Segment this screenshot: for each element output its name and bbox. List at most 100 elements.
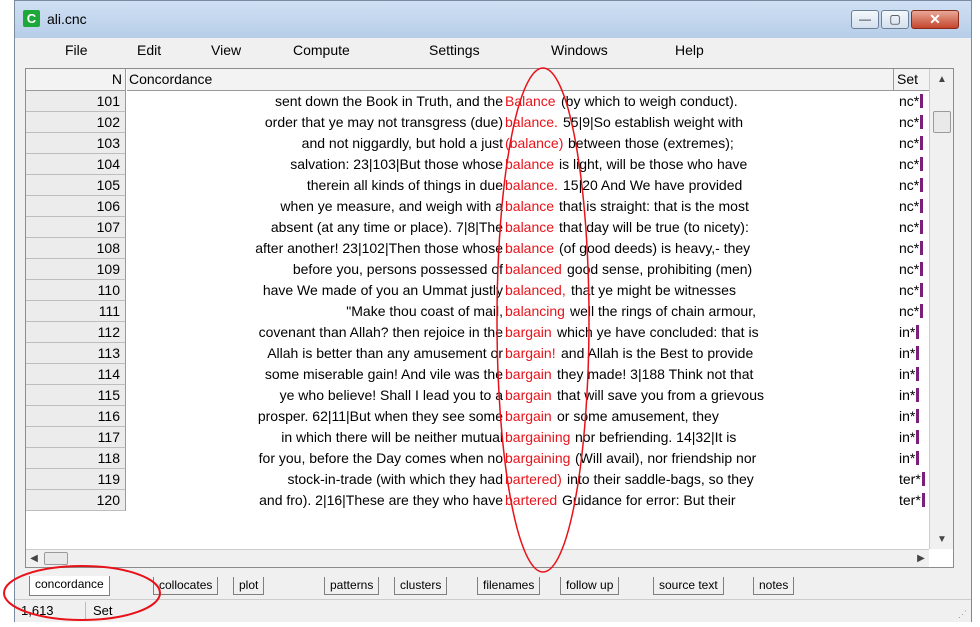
table-row[interactable]: 112 covenant than Allah? then rejoice in … [26, 322, 929, 343]
concordance-line: sent down the Book in Truth, and the Bala… [127, 91, 893, 112]
concordance-line: some miserable gain! And vile was the bar… [127, 364, 893, 385]
concordance-grid[interactable]: N Concordance Set 101 sent down the Book … [25, 68, 954, 568]
horizontal-scrollbar[interactable]: ◀ ▶ [26, 549, 929, 567]
tab-follow-up[interactable]: follow up [560, 577, 620, 595]
table-row[interactable]: 104 salvation: 23|103|But those whose bala… [26, 154, 929, 175]
table-row[interactable]: 117 in which there will be neither mutual… [26, 427, 929, 448]
table-row[interactable]: 109 before you, persons possessed of balan… [26, 259, 929, 280]
set-cell: nc* [893, 301, 929, 322]
table-row[interactable]: 110 have We made of you an Ummat justly ba… [26, 280, 929, 301]
column-header-concordance[interactable]: Concordance [127, 69, 893, 91]
table-row[interactable]: 107 absent (at any time or place). 7|8|Th… [26, 217, 929, 238]
set-value: ter* [899, 492, 921, 508]
table-row[interactable]: 115 ye who believe! Shall I lead you to a… [26, 385, 929, 406]
concordance-line: salvation: 23|103|But those whose balance… [127, 154, 893, 175]
scroll-up-icon[interactable]: ▲ [930, 71, 953, 89]
tab-collocates[interactable]: collocates [153, 577, 219, 595]
table-row[interactable]: 120 and fro). 2|16|These are they who hav… [26, 490, 929, 511]
search-word: bartered) [505, 471, 562, 487]
concordance-line: and not niggardly, but hold a just (balan… [127, 133, 893, 154]
table-row[interactable]: 111 "Make thou coast of mail, balancing wel… [26, 301, 929, 322]
row-number: 117 [26, 427, 126, 448]
table-row[interactable]: 113 Allah is better than any amusement or… [26, 343, 929, 364]
column-header-set[interactable]: Set [893, 69, 929, 91]
maximize-button[interactable]: ▢ [881, 10, 909, 29]
set-value: nc* [899, 135, 920, 151]
status-bar: 1,613 Set ⋰ [15, 599, 971, 622]
table-row[interactable]: 116 prosper. 62|11|But when they see some… [26, 406, 929, 427]
search-word: bargain [505, 366, 552, 382]
table-row[interactable]: 114 some miserable gain! And vile was the… [26, 364, 929, 385]
menu-compute[interactable]: Compute [293, 42, 350, 58]
tab-clusters[interactable]: clusters [394, 577, 448, 595]
left-context: before you, persons possessed of [292, 261, 503, 277]
set-marker [916, 325, 920, 339]
table-row[interactable]: 119 stock-in-trade (with which they had ba… [26, 469, 929, 490]
set-marker [916, 367, 920, 381]
table-row[interactable]: 106 when ye measure, and weigh with a bala… [26, 196, 929, 217]
set-value: nc* [899, 303, 920, 319]
tab-notes[interactable]: notes [753, 577, 795, 595]
set-cell: in* [893, 343, 929, 364]
set-marker [920, 199, 924, 213]
table-row[interactable]: 118 for you, before the Day comes when no… [26, 448, 929, 469]
set-marker [921, 472, 925, 486]
set-cell: nc* [893, 112, 929, 133]
scroll-down-icon[interactable]: ▼ [930, 531, 953, 549]
concordance-line: when ye measure, and weigh with a balance… [127, 196, 893, 217]
right-context: or some amusement, they [557, 408, 719, 424]
menu-settings[interactable]: Settings [429, 42, 480, 58]
menu-edit[interactable]: Edit [137, 42, 161, 58]
table-row[interactable]: 103 and not niggardly, but hold a just (ba… [26, 133, 929, 154]
concordance-line: Allah is better than any amusement or bar… [127, 343, 893, 364]
tab-source-text[interactable]: source text [653, 577, 724, 595]
resize-grip-icon[interactable]: ⋰ [958, 609, 967, 620]
tab-patterns[interactable]: patterns [324, 577, 380, 595]
search-word: balance. [505, 114, 558, 130]
search-word: bargain! [505, 345, 556, 361]
row-number: 118 [26, 448, 126, 469]
row-number: 113 [26, 343, 126, 364]
set-marker [916, 451, 920, 465]
right-context: that ye might be witnesses [571, 282, 736, 298]
table-row[interactable]: 101 sent down the Book in Truth, and the B… [26, 91, 929, 112]
set-cell: in* [893, 385, 929, 406]
concordance-line: have We made of you an Ummat justly balan… [127, 280, 893, 301]
row-number: 119 [26, 469, 126, 490]
table-row[interactable]: 108 after another! 23|102|Then those whos… [26, 238, 929, 259]
set-marker [920, 115, 924, 129]
column-header-n[interactable]: N [26, 69, 126, 91]
search-word: bargain [505, 408, 552, 424]
menu-file[interactable]: File [65, 42, 88, 58]
set-cell: nc* [893, 196, 929, 217]
maximize-icon: ▢ [889, 12, 901, 26]
horizontal-scroll-thumb[interactable] [44, 552, 68, 565]
right-context: (Will avail), nor friendship nor [575, 450, 757, 466]
set-marker [916, 409, 920, 423]
right-context: that will save you from a grievous [557, 387, 764, 403]
menu-windows[interactable]: Windows [551, 42, 608, 58]
vertical-scroll-thumb[interactable] [933, 111, 951, 133]
tab-filenames[interactable]: filenames [477, 577, 541, 595]
left-context: therein all kinds of things in due [306, 177, 503, 193]
vertical-scrollbar[interactable]: ▲ ▼ [929, 69, 953, 549]
right-context: (by which to weigh conduct). [561, 93, 738, 109]
scroll-right-icon[interactable]: ▶ [913, 550, 929, 567]
table-row[interactable]: 102 order that ye may not transgress (due… [26, 112, 929, 133]
concordance-line: after another! 23|102|Then those whose ba… [127, 238, 893, 259]
tab-concordance[interactable]: concordance [29, 576, 110, 596]
set-cell: nc* [893, 280, 929, 301]
row-number: 109 [26, 259, 126, 280]
left-context: prosper. 62|11|But when they see some [257, 408, 503, 424]
left-context: ye who believe! Shall I lead you to a [279, 387, 503, 403]
table-row[interactable]: 105 therein all kinds of things in due bal… [26, 175, 929, 196]
title-bar[interactable]: C ali.cnc — ▢ ✕ [15, 1, 971, 38]
minimize-button[interactable]: — [851, 10, 879, 29]
close-button[interactable]: ✕ [911, 10, 959, 29]
menu-view[interactable]: View [211, 42, 241, 58]
scroll-left-icon[interactable]: ◀ [26, 550, 42, 567]
tab-plot[interactable]: plot [233, 577, 265, 595]
concordance-line: prosper. 62|11|But when they see some bar… [127, 406, 893, 427]
left-context: for you, before the Day comes when no [258, 450, 503, 466]
menu-help[interactable]: Help [675, 42, 704, 58]
